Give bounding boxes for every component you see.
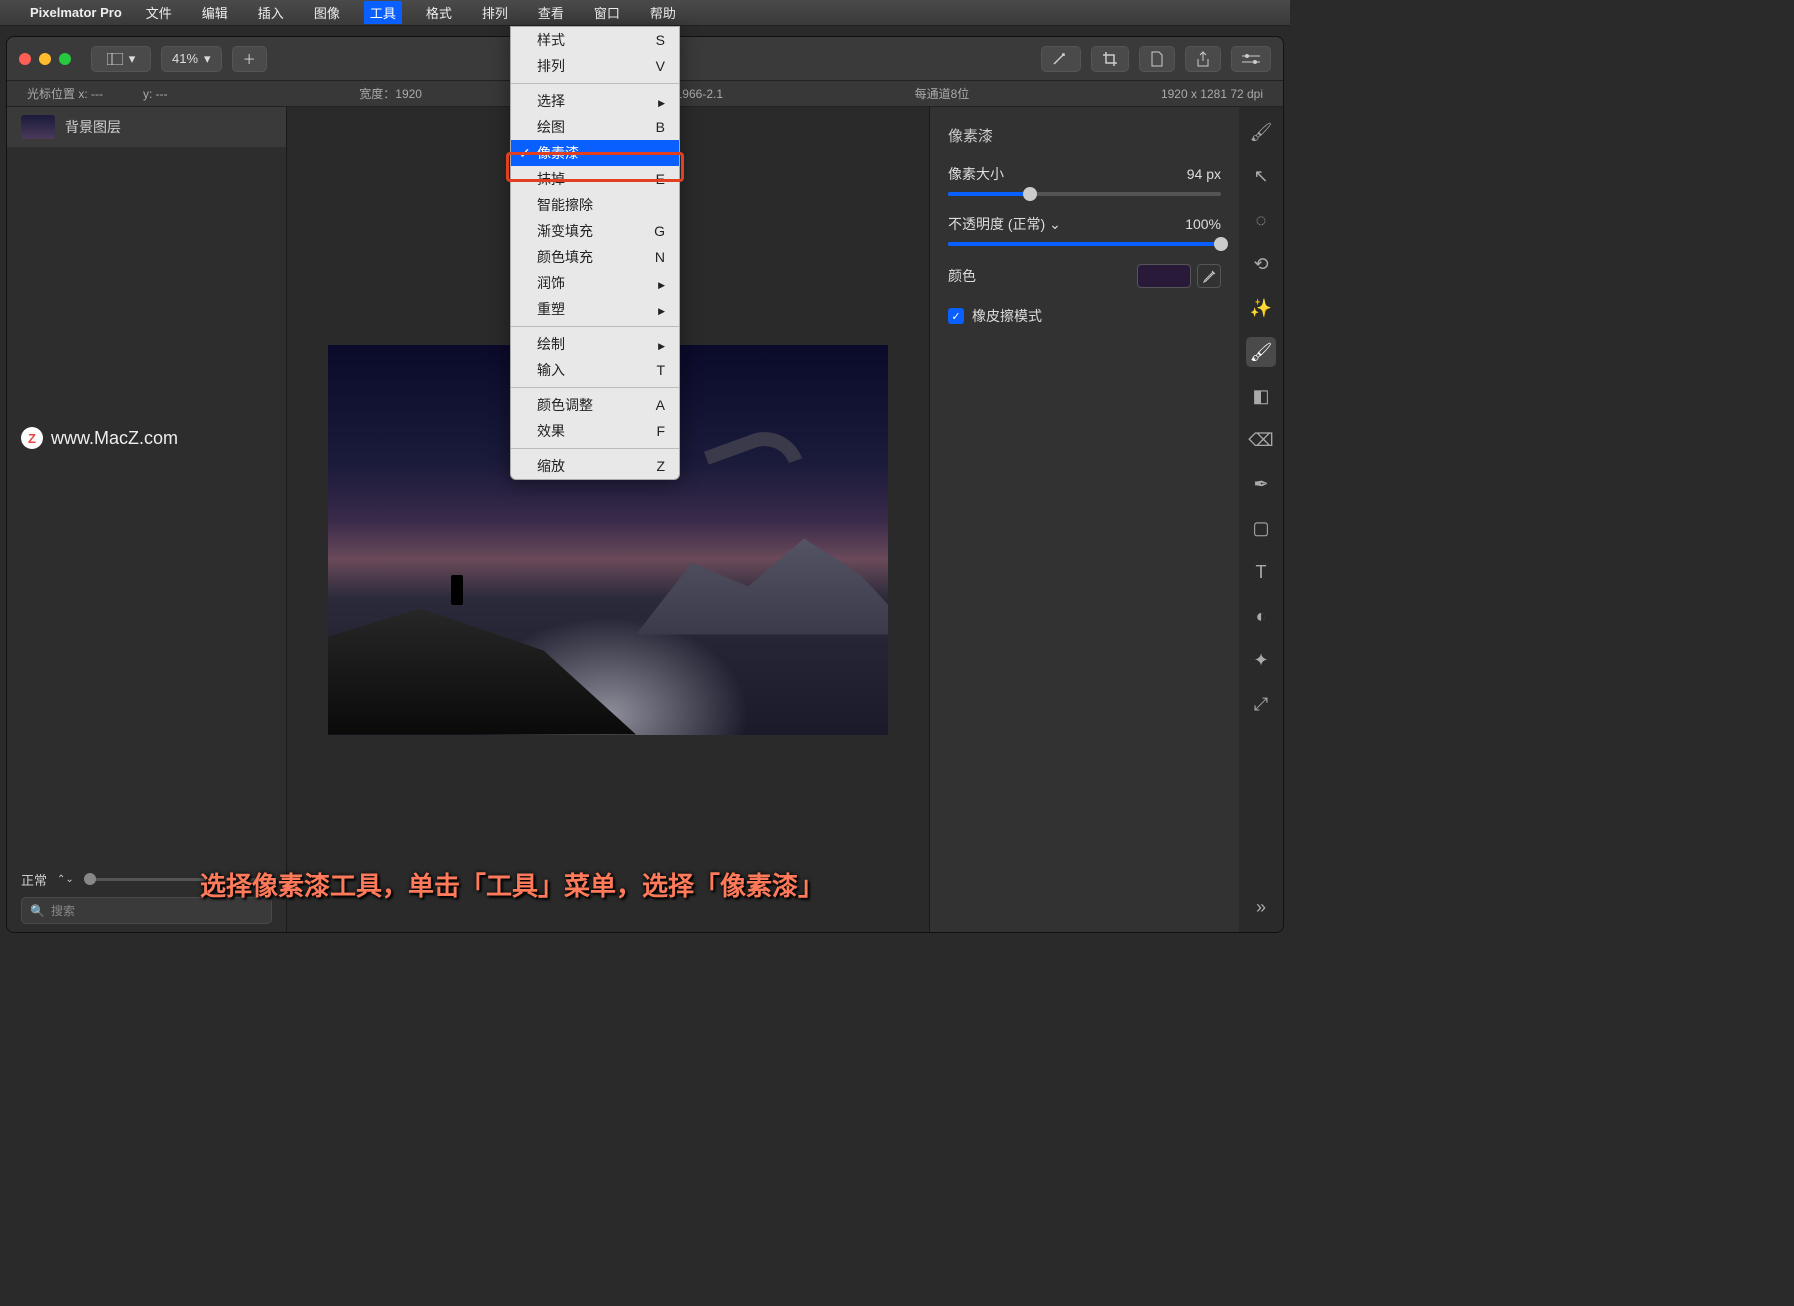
menu-图像[interactable]: 图像 [308,1,346,24]
share-button[interactable] [1185,46,1221,72]
watermark-icon: Z [21,427,43,449]
export-button[interactable] [1139,46,1175,72]
color-label: 颜色 [948,266,976,286]
add-button[interactable]: ＋ [232,46,267,72]
tool-brush[interactable]: 🖌 [1246,337,1276,367]
menu-item-重塑[interactable]: 重塑 [511,296,679,322]
search-placeholder: 搜索 [51,902,75,919]
opacity-label[interactable]: 不透明度 (正常) ⌄ [948,214,1061,234]
tool-zoom[interactable]: ⤢ [1246,689,1276,719]
tool-pen[interactable]: ✒ [1246,469,1276,499]
menu-item-颜色填充[interactable]: 颜色填充N [511,244,679,270]
menu-item-颜色调整[interactable]: 颜色调整A [511,392,679,418]
more-tools[interactable]: » [1246,892,1276,922]
tool-shape[interactable]: ▢ [1246,513,1276,543]
wand-icon [1052,52,1070,66]
tool-format-paint[interactable]: 🖌 [1246,117,1276,147]
watermark-text: www.MacZ.com [51,428,178,449]
menu-编辑[interactable]: 编辑 [196,1,234,24]
tutorial-caption: 选择像素漆工具，单击「工具」菜单，选择「像素漆」 [200,866,824,903]
brush-stroke [704,420,802,488]
properties-panel: 像素漆 像素大小 94 px 不透明度 (正常) ⌄ 100% [929,107,1239,932]
zoom-selector[interactable]: 41% ▾ [161,46,222,72]
menu-item-缩放[interactable]: 缩放Z [511,453,679,479]
menu-文件[interactable]: 文件 [140,1,178,24]
checkbox-icon: ✓ [948,308,964,324]
cursor-x: 光标位置 x: --- [7,85,123,102]
menu-排列[interactable]: 排列 [476,1,514,24]
bit-depth: 每通道8位 [895,85,990,102]
tool-color-adjust[interactable]: ◐ [1246,601,1276,631]
opacity-slider[interactable] [948,242,1221,246]
opacity-value: 100% [1185,216,1221,232]
share-icon [1196,51,1210,67]
auto-enhance-button[interactable] [1041,46,1081,72]
close-button[interactable] [19,53,31,65]
menu-item-排列[interactable]: 排列V [511,53,679,79]
menu-item-绘制[interactable]: 绘制 [511,331,679,357]
menu-工具[interactable]: 工具 [364,1,402,24]
tool-lasso[interactable]: ⟲ [1246,249,1276,279]
sidebar-icon [107,53,123,65]
menu-item-润饰[interactable]: 润饰 [511,270,679,296]
eraser-mode-label: 橡皮擦模式 [972,306,1042,326]
watermark: Z www.MacZ.com [7,407,286,469]
minimize-button[interactable] [39,53,51,65]
tool-magic-wand[interactable]: ✨ [1246,293,1276,323]
blend-mode[interactable]: 正常 [21,870,47,889]
panel-title: 像素漆 [948,125,1221,146]
document-icon [1150,51,1164,67]
tool-text[interactable]: T [1246,557,1276,587]
tools-menu-dropdown: 样式S排列V 选择绘图B像素漆抹掉E智能擦除渐变填充G颜色填充N润饰重塑绘制输入T… [510,26,680,480]
tool-strip: 🖌 ↖ ◌ ⟲ ✨ 🖌 ◧ ⌫ ✒ ▢ T ◐ ✦ ⤢ » [1239,107,1283,932]
menu-item-输入[interactable]: 输入T [511,357,679,383]
layer-row[interactable]: 背景图层 [7,107,286,147]
menu-格式[interactable]: 格式 [420,1,458,24]
eraser-mode-checkbox[interactable]: ✓ 橡皮擦模式 [948,306,1221,326]
pixel-size-value: 94 px [1187,166,1221,182]
app-name: Pixelmator Pro [30,5,122,20]
sidebar-toggle[interactable]: ▾ [91,46,151,72]
menu-item-样式[interactable]: 样式S [511,27,679,53]
cursor-y: y: --- [123,87,188,101]
menu-查看[interactable]: 查看 [532,1,570,24]
menu-item-绘图[interactable]: 绘图B [511,114,679,140]
layers-panel: 背景图层 Z www.MacZ.com 正常 ⌃⌄ 🔍 搜索 [7,107,287,932]
tool-circle-select[interactable]: ◌ [1246,205,1276,235]
layer-thumbnail [21,115,55,139]
menu-item-智能擦除[interactable]: 智能擦除 [511,192,679,218]
eyedropper-icon [1202,269,1216,283]
mac-menubar: Pixelmator Pro 文件编辑插入图像工具格式排列查看窗口帮助 [0,0,1290,26]
menu-帮助[interactable]: 帮助 [644,1,682,24]
crop-button[interactable] [1091,46,1129,72]
color-swatch[interactable] [1137,264,1191,288]
sliders-icon [1242,53,1260,65]
tool-fill[interactable]: ◧ [1246,381,1276,411]
pixel-size-label: 像素大小 [948,164,1004,184]
menu-item-选择[interactable]: 选择 [511,88,679,114]
menu-item-抹掉[interactable]: 抹掉E [511,166,679,192]
dimensions: 1920 x 1281 72 dpi [1141,87,1283,101]
tool-arrow[interactable]: ↖ [1246,161,1276,191]
eyedropper-button[interactable] [1197,264,1221,288]
pixel-size-slider[interactable] [948,192,1221,196]
zoom-value: 41% [172,51,198,66]
search-icon: 🔍 [30,904,45,918]
crop-icon [1102,51,1118,67]
inspector-toggle[interactable] [1231,46,1271,72]
menu-窗口[interactable]: 窗口 [588,1,626,24]
chevron-updown-icon[interactable]: ⌃⌄ [57,874,74,885]
menu-item-像素漆[interactable]: 像素漆 [511,140,679,166]
menu-item-渐变填充[interactable]: 渐变填充G [511,218,679,244]
menu-插入[interactable]: 插入 [252,1,290,24]
layer-name: 背景图层 [65,117,121,137]
tool-eraser[interactable]: ⌫ [1246,425,1276,455]
menu-item-效果[interactable]: 效果F [511,418,679,444]
fullscreen-button[interactable] [59,53,71,65]
window-controls [19,53,71,65]
tool-effects[interactable]: ✦ [1246,645,1276,675]
canvas-width: 宽度：1920 [339,85,442,102]
